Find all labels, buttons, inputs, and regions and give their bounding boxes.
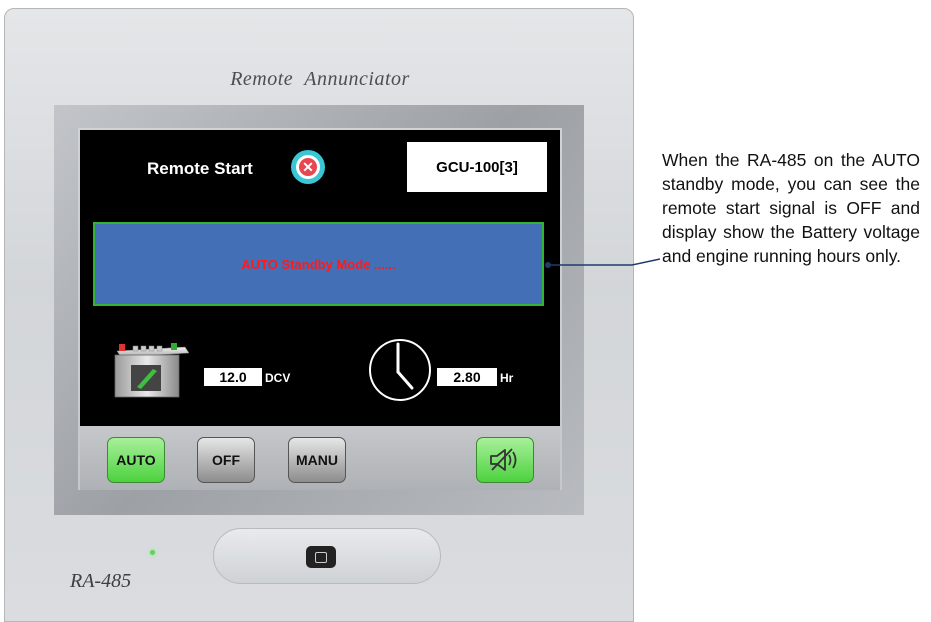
callout-connector: [545, 258, 661, 268]
annotation-text: When the RA-485 on the AUTO standby mode…: [662, 150, 920, 266]
